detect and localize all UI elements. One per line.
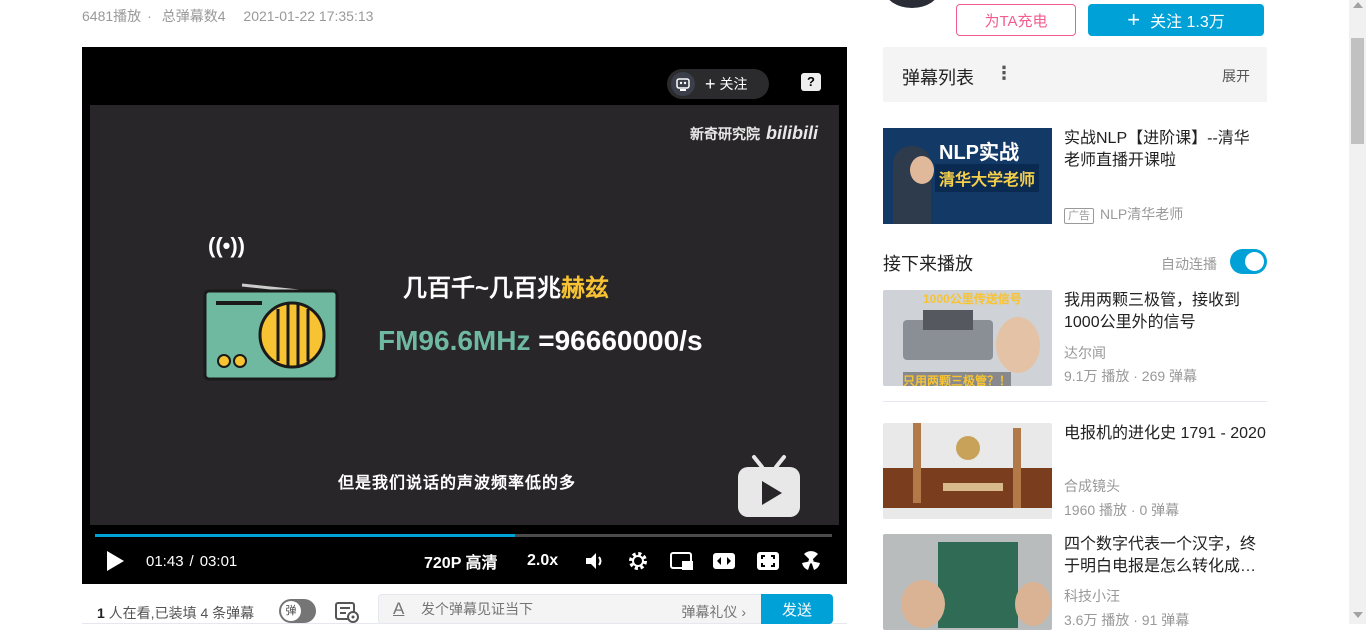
time-display: 01:43 / 03:01 [146,552,238,570]
charge-button[interactable]: 为TA充电 [956,4,1076,36]
danmaku-input-box: A 弹幕礼仪 › [378,594,762,624]
rec-up-2[interactable]: 合成镜头 [1064,476,1120,496]
danmaku-total: 总弹幕数4 [161,8,226,24]
follow-button-label: 关注 1.3万 [1150,14,1225,31]
danmaku-list-title: 弹幕列表 [902,68,974,88]
channel-robot-icon [671,72,695,96]
video-frame: 新奇研究院 bilibili ((•)) 几百千~几百兆赫兹 FM96.6MHz … [90,105,839,525]
autoplay-toggle[interactable] [1230,249,1267,274]
ad-meta: 广告 NLP清华老师 [1064,204,1183,224]
danmaku-toggle[interactable]: 弹 [279,599,316,623]
danmaku-input[interactable] [421,601,641,617]
rec-title-1[interactable]: 我用两颗三极管，接收到1000公里外的信号 [1064,290,1268,334]
danmaku-toggle-knob: 弹 [281,601,301,621]
speed-selector[interactable]: 2.0x [527,547,558,575]
video-subtitle: 但是我们说话的声波频率低的多 [338,475,577,492]
play-count: 6481播放 [82,8,142,24]
picture-in-picture-icon[interactable] [670,547,694,575]
danmaku-status: 1 人在看,已装填 4 条弹幕 [97,605,255,621]
publish-time: 2021-01-22 17:35:13 [243,8,374,24]
uploader-avatar[interactable] [885,0,939,8]
follow-button[interactable]: + 关注 1.3万 [1088,4,1264,36]
bilibili-tv-play-icon[interactable] [736,453,802,519]
player-follow-button[interactable]: + 关注 [667,69,769,99]
ad-thumbnail[interactable]: NLP实战 清华大学老师 [883,128,1052,224]
rec-thumbnail-2[interactable] [883,423,1052,519]
settings-gear-icon[interactable] [627,547,649,575]
widescreen-icon[interactable] [712,547,736,575]
plus-icon: + [1127,7,1141,32]
rec-up-1[interactable]: 达尔闻 [1064,343,1106,363]
danmaku-etiquette-link[interactable]: 弹幕礼仪 › [681,602,746,622]
rec-thumbnail-1[interactable]: 1000公里传送信号 只用两颗三极管？！ [883,290,1052,386]
scroll-up-arrow-icon[interactable] [1353,2,1363,8]
scroll-down-arrow-icon[interactable] [1353,612,1363,618]
text-style-icon[interactable]: A [393,599,404,619]
autoplay-label: 自动连播 [1161,256,1217,272]
quality-selector[interactable]: 720P 高清 [424,547,498,575]
rec-title-3[interactable]: 四个数字代表一个汉字，终于明白电报是怎么转化成… [1064,534,1268,578]
video-meta: 6481播放 · 总弹幕数4 2021-01-22 17:35:13 [82,8,374,24]
rec-thumbnail-3[interactable] [883,534,1052,630]
danmaku-list-expand[interactable]: 展开 [1222,66,1250,86]
more-vertical-icon[interactable]: ⋮ [995,63,1013,84]
rec-stats-2: 1960 播放 · 0 弹幕 [1064,502,1180,518]
play-icon[interactable] [104,547,126,575]
watermark: 新奇研究院 bilibili [690,123,818,143]
danmaku-settings-icon[interactable] [334,600,360,624]
time-current: 01:43 [146,552,184,570]
divider [883,401,1267,402]
ad-person-image [893,146,934,224]
web-fullscreen-icon[interactable] [756,547,780,575]
next-up-title: 接下来播放 [883,254,973,274]
rec-up-3[interactable]: 科技小汪 [1064,586,1120,606]
volume-icon[interactable] [584,547,606,575]
ad-author[interactable]: NLP清华老师 [1100,206,1183,222]
time-total: 03:01 [199,552,238,570]
rec-title-2[interactable]: 电报机的进化史 1791 - 2020 [1064,423,1268,445]
ad-title[interactable]: 实战NLP【进阶课】--清华老师直播开课啦 [1064,128,1264,172]
frame-line1: 几百千~几百兆赫兹 [403,275,610,302]
player-follow-label: 关注 [719,76,748,92]
ad-tag: 广告 [1064,208,1094,224]
scrollbar-thumb[interactable] [1351,38,1364,144]
radio-wave-icon: ((•)) [208,233,246,258]
danmaku-send-button[interactable]: 发送 [761,594,833,624]
fullscreen-icon[interactable] [800,547,822,575]
radio-illustration [203,283,339,381]
rec-stats-3: 3.6万 播放 · 91 弹幕 [1064,612,1190,628]
help-icon[interactable]: ? [801,73,821,91]
frame-line2: FM96.6MHz =96660000/s [378,325,703,356]
rec-stats-1: 9.1万 播放 · 269 弹幕 [1064,368,1198,384]
progress-fill [95,534,515,537]
danmaku-list-panel[interactable]: 弹幕列表 ⋮ 展开 [883,47,1267,102]
plus-icon: + [705,74,716,94]
